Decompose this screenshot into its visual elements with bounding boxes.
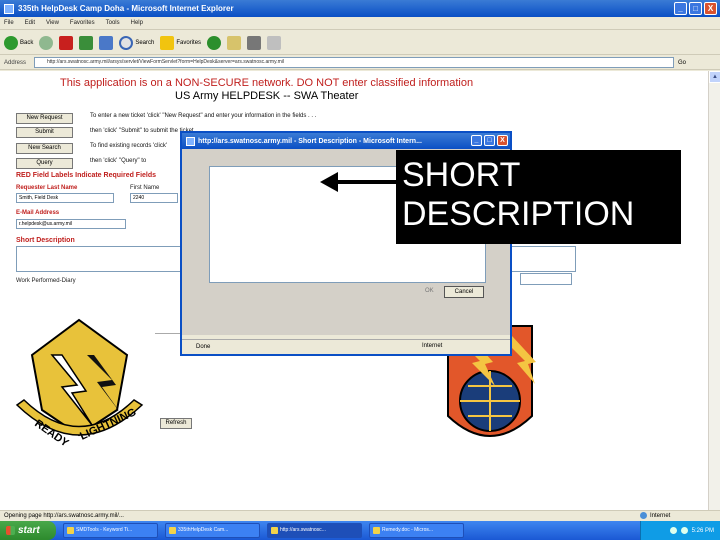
short-description-callout: SHORT DESCRIPTION <box>396 150 681 244</box>
menu-favorites[interactable]: Favorites <box>70 20 95 26</box>
status-zone: Internet <box>640 512 670 519</box>
first-name-label: First Name <box>130 185 160 191</box>
callout-line-1: SHORT <box>402 156 521 194</box>
instruction-2: then 'click' "Submit" to submit the tick… <box>90 128 194 134</box>
new-request-button[interactable]: New Request <box>16 113 73 124</box>
email-input[interactable]: r.helpdesk@us.army.mil <box>16 219 126 229</box>
required-fields-note: RED Field Labels Indicate Required Field… <box>16 172 157 179</box>
taskbar: start SMDTools - Keyword Ti... 335thHelp… <box>0 521 720 540</box>
refresh-icon <box>79 35 94 50</box>
page-heading: US Army HELPDESK -- SWA Theater <box>175 90 359 102</box>
status-bar: Opening page http://ars.swatnosc.army.mi… <box>0 510 720 521</box>
instruction-3: To find existing records 'click' <box>90 143 167 149</box>
popup-maximize-button[interactable]: □ <box>484 135 495 146</box>
back-button[interactable]: Back <box>4 35 34 50</box>
status-zone-label: Internet <box>650 513 671 520</box>
status-text: Opening page http://ars.swatnosc.army.mi… <box>4 513 124 519</box>
refresh-list-button[interactable]: Refresh <box>160 418 192 429</box>
ie-icon <box>4 3 14 14</box>
forward-button[interactable] <box>39 35 54 50</box>
requester-select[interactable]: Smith, Field Desk <box>16 193 114 203</box>
stop-button[interactable] <box>59 35 74 50</box>
back-label: Back <box>20 39 34 46</box>
home-icon <box>99 35 114 50</box>
requester-label: Requester Last Name <box>16 185 78 191</box>
clock: 5:26 PM <box>691 527 714 534</box>
work-performed-field[interactable] <box>520 273 572 285</box>
taskbar-item[interactable]: http://ars.swatnosc... <box>267 523 362 538</box>
page-scrollbar[interactable]: ▲ <box>708 71 720 510</box>
minimize-button[interactable]: _ <box>674 2 687 15</box>
address-bar: Address http://ars.swatnosc.army.mil/ars… <box>0 56 720 70</box>
popup-close-button[interactable]: X <box>497 135 508 146</box>
address-input[interactable]: http://ars.swatnosc.army.mil/arsys/servl… <box>34 57 674 68</box>
first-name-input[interactable]: 2240 <box>130 193 178 203</box>
popup-cancel-button[interactable]: Cancel <box>444 286 484 298</box>
work-performed-label: Work Performed-Diary <box>16 278 76 284</box>
menu-view[interactable]: View <box>46 20 59 26</box>
refresh-button[interactable] <box>79 35 94 50</box>
menu-help[interactable]: Help <box>131 20 143 26</box>
callout-arrow-icon <box>320 172 396 192</box>
media-button[interactable] <box>207 35 222 50</box>
ready-lightning-crest-icon: READY LIGHTNING <box>15 318 144 450</box>
search-button[interactable]: Search <box>119 35 155 50</box>
popup-title: http://ars.swatnosc.army.mil - Short Des… <box>198 137 422 145</box>
favorites-label: Favorites <box>176 39 202 46</box>
popup-titlebar: http://ars.swatnosc.army.mil - Short Des… <box>182 133 510 149</box>
scroll-up-icon[interactable]: ▲ <box>709 71 720 83</box>
menu-file[interactable]: File <box>4 20 14 26</box>
start-label: start <box>18 525 40 536</box>
go-button[interactable]: Go <box>678 60 702 66</box>
search-label: Search <box>135 39 155 46</box>
mail-icon <box>227 35 242 50</box>
security-warning: This application is on a NON-SECURE netw… <box>60 77 474 89</box>
close-button[interactable]: X <box>704 2 717 15</box>
toolbar: Back Search Favorites <box>0 31 720 55</box>
stop-icon <box>59 35 74 50</box>
menu-edit[interactable]: Edit <box>25 20 35 26</box>
window-title: 335th HelpDesk Camp Doha - Microsoft Int… <box>18 4 234 13</box>
home-button[interactable] <box>99 35 114 50</box>
window-titlebar: 335th HelpDesk Camp Doha - Microsoft Int… <box>0 0 720 17</box>
new-search-button[interactable]: New Search <box>16 143 73 154</box>
windows-logo-icon <box>6 526 15 535</box>
start-button[interactable]: start <box>0 521 56 540</box>
submit-button[interactable]: Submit <box>16 127 73 138</box>
email-label: E-Mail Address <box>16 210 60 216</box>
forward-arrow-icon <box>39 35 54 50</box>
menu-bar: File Edit View Favorites Tools Help <box>0 17 720 30</box>
mail-button[interactable] <box>227 35 242 50</box>
instruction-1: To enter a new ticket 'click' "New Reque… <box>90 113 317 119</box>
popup-ie-icon <box>186 136 195 146</box>
print-icon <box>247 35 262 50</box>
instruction-4: then 'click' "Query" to <box>90 158 147 164</box>
taskbar-item[interactable]: Remedy.doc - Micros... <box>369 523 464 538</box>
popup-status-text: Done <box>196 344 211 350</box>
popup-statusbar: Done Internet <box>182 339 510 354</box>
maximize-button[interactable]: □ <box>689 2 702 15</box>
globe-icon <box>640 512 647 519</box>
media-icon <box>207 35 222 50</box>
system-tray: 5:26 PM <box>640 521 720 540</box>
taskbar-item[interactable]: 335thHelpDesk Cam... <box>165 523 260 538</box>
query-button[interactable]: Query <box>16 158 73 169</box>
menu-tools[interactable]: Tools <box>106 20 120 26</box>
back-arrow-icon <box>4 35 18 50</box>
print-button[interactable] <box>247 35 262 50</box>
address-label: Address <box>4 59 27 66</box>
popup-minimize-button[interactable]: _ <box>471 135 482 146</box>
popup-status-zone: Internet <box>422 343 443 349</box>
short-description-label: Short Description <box>16 237 75 244</box>
search-icon <box>119 35 134 50</box>
edit-icon <box>267 35 282 50</box>
callout-line-2: DESCRIPTION <box>402 195 635 233</box>
taskbar-item[interactable]: SMDTools - Keyword Ti... <box>63 523 158 538</box>
favorites-button[interactable]: Favorites <box>160 35 202 50</box>
popup-ok-button[interactable]: OK <box>425 288 434 294</box>
volume-icon[interactable] <box>680 527 688 534</box>
edit-button[interactable] <box>267 35 282 50</box>
star-icon <box>160 35 175 50</box>
network-icon[interactable] <box>669 527 677 534</box>
